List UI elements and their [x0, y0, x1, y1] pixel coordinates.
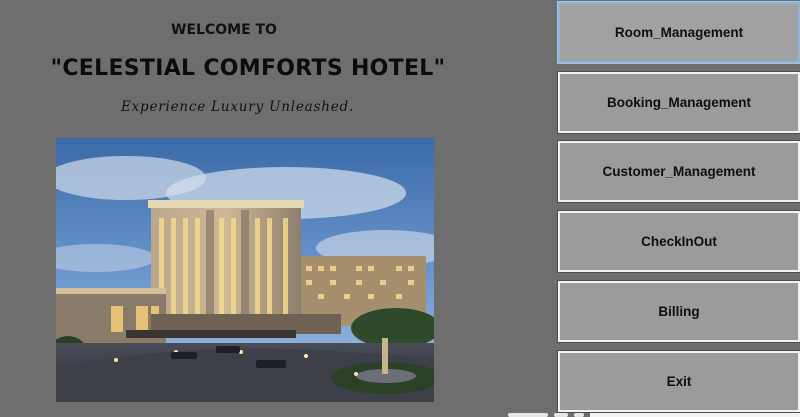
tagline: Experience Luxury Unleashed.: [120, 99, 355, 115]
window-edge-decoration: [508, 413, 800, 417]
exit-button[interactable]: Exit: [557, 350, 800, 413]
room-management-button[interactable]: Room_Management: [557, 1, 800, 64]
billing-button[interactable]: Billing: [557, 280, 800, 343]
booking-management-button[interactable]: Booking_Management: [557, 71, 800, 134]
hotel-name-title: "CELESTIAL COMFORTS HOTEL": [50, 56, 446, 81]
checkinout-button[interactable]: CheckInOut: [557, 210, 800, 273]
customer-management-button[interactable]: Customer_Management: [557, 140, 800, 203]
welcome-heading: WELCOME TO: [171, 22, 277, 38]
hotel-photo: [56, 138, 434, 402]
